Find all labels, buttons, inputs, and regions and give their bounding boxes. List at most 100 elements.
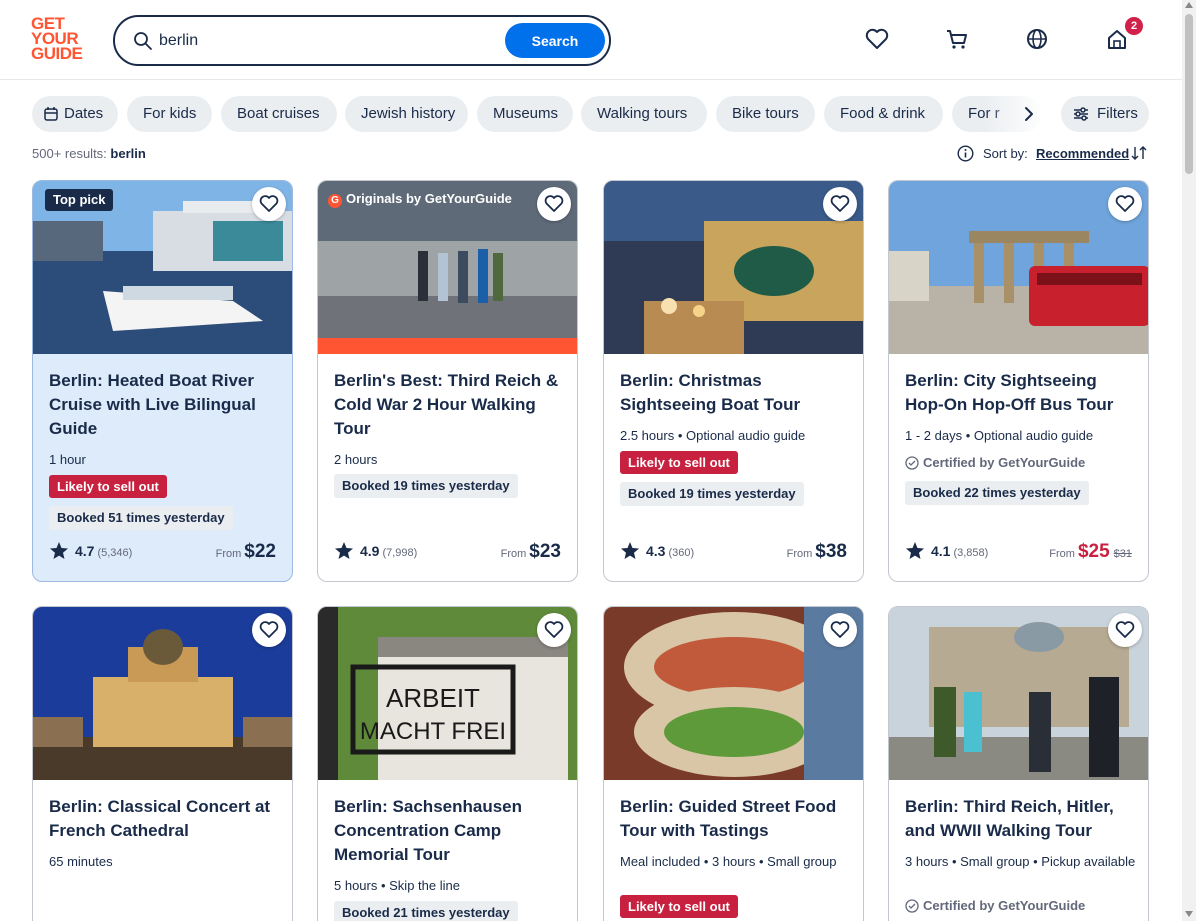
price: From $23 <box>501 541 561 563</box>
price-from-label: From <box>1049 548 1075 560</box>
info-icon[interactable] <box>957 145 974 162</box>
wishlist-button[interactable] <box>1108 187 1142 221</box>
wishlist-button[interactable] <box>823 613 857 647</box>
price: From $22 <box>216 541 276 563</box>
filters-label: Filters <box>1097 105 1138 122</box>
logo-line-3: GUIDE <box>31 44 83 63</box>
chip-bike-tours[interactable]: Bike tours <box>716 96 815 132</box>
original-price: $31 <box>1113 548 1132 560</box>
activity-image: ARBEIT MACHT FREI <box>318 607 577 780</box>
heart-icon <box>259 621 279 638</box>
activity-card[interactable]: Berlin: Classical Concert at French Cath… <box>32 606 293 921</box>
search-icon <box>134 32 152 50</box>
rating-value: 4.7 <box>75 543 95 559</box>
activity-duration: 65 minutes <box>49 854 113 869</box>
sort-value[interactable]: Recommended <box>1036 146 1129 161</box>
price-from-label: From <box>500 548 527 560</box>
activity-card[interactable]: Top pick Berlin: Heated Boat River Cruis… <box>32 180 293 582</box>
activity-duration: 2 hours <box>334 452 378 467</box>
activity-card[interactable]: Berlin: Christmas Sightseeing Boat Tour … <box>603 180 864 582</box>
activity-title[interactable]: Berlin: Christmas Sightseeing Boat Tour <box>620 369 852 417</box>
review-count: (360) <box>668 547 695 559</box>
activity-card[interactable]: ARBEIT MACHT FREI Berlin: Sachsenhausen … <box>317 606 578 921</box>
globe-icon[interactable] <box>1024 26 1050 52</box>
filters-button[interactable]: Filters <box>1061 96 1149 132</box>
originals-stripe <box>318 338 577 354</box>
activity-title[interactable]: Berlin: Third Reich, Hitler, and WWII Wa… <box>905 795 1137 843</box>
activity-duration: 1 hour <box>49 452 86 467</box>
chevron-right-icon[interactable] <box>1019 104 1039 124</box>
chip-label: Dates <box>64 105 104 122</box>
chip-museums[interactable]: Museums <box>477 96 573 132</box>
price-amount: $23 <box>529 541 561 562</box>
heart-icon <box>544 621 564 638</box>
activity-card[interactable]: Berlin: Guided Street Food Tour with Tas… <box>603 606 864 921</box>
getyourguide-logo[interactable]: GET YOUR GUIDE <box>31 15 91 64</box>
activity-title[interactable]: Berlin: City Sightseeing Hop-On Hop-Off … <box>905 369 1137 417</box>
activity-image: Top pick <box>33 181 292 354</box>
sort-label: Sort by: <box>983 146 1028 161</box>
results-prefix: 500+ results: <box>32 146 107 161</box>
chip-walking-tours[interactable]: Walking tours <box>581 96 707 132</box>
star-icon <box>621 542 639 559</box>
activity-title[interactable]: Berlin: Sachsenhausen Concentration Camp… <box>334 795 566 867</box>
search-button[interactable]: Search <box>505 23 605 58</box>
booked-badge: Booked 19 times yesterday <box>334 474 518 498</box>
chip-boat-cruises[interactable]: Boat cruises <box>221 96 337 132</box>
activity-duration: Meal included • 3 hours • Small group <box>620 854 837 869</box>
search-bar: Search <box>113 15 611 66</box>
chip-food-drink[interactable]: Food & drink <box>824 96 943 132</box>
check-badge-icon <box>905 456 919 470</box>
star-icon <box>906 542 924 559</box>
certified-label: Certified by GetYourGuide <box>905 898 1085 913</box>
scroll-up-arrow[interactable] <box>1185 2 1193 8</box>
scroll-down-arrow[interactable] <box>1185 911 1193 917</box>
page-scrollbar[interactable] <box>1182 0 1196 921</box>
activity-duration: 3 hours • Small group • Pickup available <box>905 854 1136 869</box>
rating: 4.7 (5,346) <box>49 541 132 560</box>
activity-title[interactable]: Berlin: Classical Concert at French Cath… <box>49 795 281 843</box>
heart-icon[interactable] <box>864 26 890 52</box>
review-count: (3,858) <box>953 547 989 559</box>
scroll-thumb[interactable] <box>1185 14 1193 174</box>
chip-dates[interactable]: Dates <box>32 96 118 132</box>
results-query: berlin <box>110 146 146 161</box>
activity-title[interactable]: Berlin: Guided Street Food Tour with Tas… <box>620 795 852 843</box>
price-amount: $38 <box>815 541 847 562</box>
rating-value: 4.9 <box>360 543 380 559</box>
chip-jewish-history[interactable]: Jewish history <box>345 96 468 132</box>
sort-control[interactable]: Sort by: Recommended <box>957 144 1149 164</box>
originals-g-icon: G <box>328 194 342 208</box>
activity-image <box>604 181 863 354</box>
rating: 4.1 (3,858) <box>905 541 988 560</box>
activity-image <box>604 607 863 780</box>
wishlist-button[interactable] <box>252 613 286 647</box>
activity-card[interactable]: Berlin: City Sightseeing Hop-On Hop-Off … <box>888 180 1149 582</box>
wishlist-button[interactable] <box>823 187 857 221</box>
sort-icon[interactable] <box>1131 145 1147 161</box>
activity-title[interactable]: Berlin: Heated Boat River Cruise with Li… <box>49 369 281 441</box>
wishlist-button[interactable] <box>252 187 286 221</box>
heart-icon <box>1115 195 1135 212</box>
wishlist-button[interactable] <box>537 187 571 221</box>
activity-duration: 5 hours • Skip the line <box>334 878 460 893</box>
wishlist-button[interactable] <box>1108 613 1142 647</box>
cart-icon[interactable] <box>944 26 970 52</box>
activity-card[interactable]: Berlin: Third Reich, Hitler, and WWII Wa… <box>888 606 1149 921</box>
sell-out-badge: Likely to sell out <box>620 451 738 474</box>
rating: 4.9 (7,998) <box>334 541 417 560</box>
search-input[interactable] <box>159 27 499 55</box>
activity-card[interactable]: G Originals by GetYourGuide Berlin's Best… <box>317 180 578 582</box>
rating-value: 4.1 <box>931 543 951 559</box>
activity-title[interactable]: Berlin's Best: Third Reich & Cold War 2 … <box>334 369 566 441</box>
activity-image <box>889 607 1148 780</box>
chip-for-kids[interactable]: For kids <box>127 96 212 132</box>
certified-text: Certified by GetYourGuide <box>923 898 1086 913</box>
category-chips: Dates For kids Boat cruises Jewish histo… <box>32 96 1149 132</box>
heart-icon <box>259 195 279 212</box>
originals-label: Originals by GetYourGuide <box>346 191 512 206</box>
price-from-label: From <box>786 548 813 560</box>
wishlist-button[interactable] <box>537 613 571 647</box>
booked-badge: Booked 22 times yesterday <box>905 481 1089 505</box>
activity-image <box>33 607 292 780</box>
